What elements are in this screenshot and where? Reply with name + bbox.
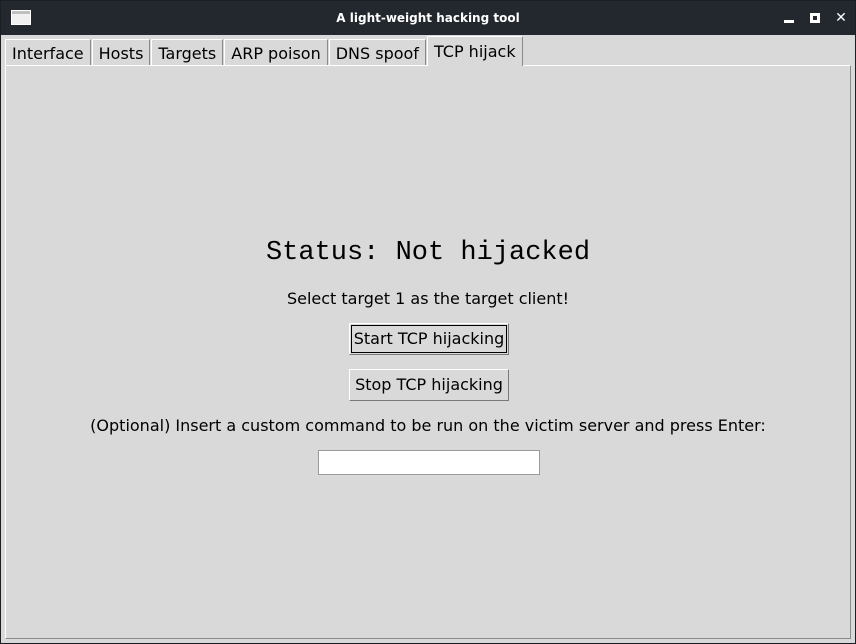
app-window: A light-weight hacking tool ✕ Interface … bbox=[0, 0, 856, 644]
target-hint: Select target 1 as the target client! bbox=[286, 289, 570, 308]
custom-command-prompt: (Optional) Insert a custom command to be… bbox=[90, 416, 766, 435]
tab-hosts[interactable]: Hosts bbox=[91, 39, 151, 66]
title-bar[interactable]: A light-weight hacking tool ✕ bbox=[1, 1, 855, 35]
stop-tcp-hijacking-button[interactable]: Stop TCP hijacking bbox=[349, 369, 509, 401]
tab-targets[interactable]: Targets bbox=[151, 39, 224, 66]
notebook-tabs: Interface Hosts Targets ARP poison DNS s… bbox=[5, 36, 524, 66]
tab-tcp-hijack[interactable]: TCP hijack bbox=[426, 36, 523, 66]
window-title: A light-weight hacking tool bbox=[336, 11, 520, 25]
status-label: Status: Not hijacked bbox=[265, 238, 591, 268]
start-tcp-hijacking-button[interactable]: Start TCP hijacking bbox=[349, 323, 509, 355]
minimize-icon[interactable] bbox=[783, 12, 795, 24]
tab-dns-spoof[interactable]: DNS spoof bbox=[328, 39, 426, 66]
custom-command-input[interactable] bbox=[318, 450, 540, 475]
tcp-hijack-panel: Status: Not hijacked Select target 1 as … bbox=[5, 65, 851, 639]
tab-arp-poison[interactable]: ARP poison bbox=[224, 39, 328, 66]
maximize-icon[interactable] bbox=[809, 12, 821, 24]
window-controls: ✕ bbox=[783, 1, 847, 35]
close-icon[interactable]: ✕ bbox=[835, 11, 847, 25]
tab-interface[interactable]: Interface bbox=[5, 39, 91, 66]
